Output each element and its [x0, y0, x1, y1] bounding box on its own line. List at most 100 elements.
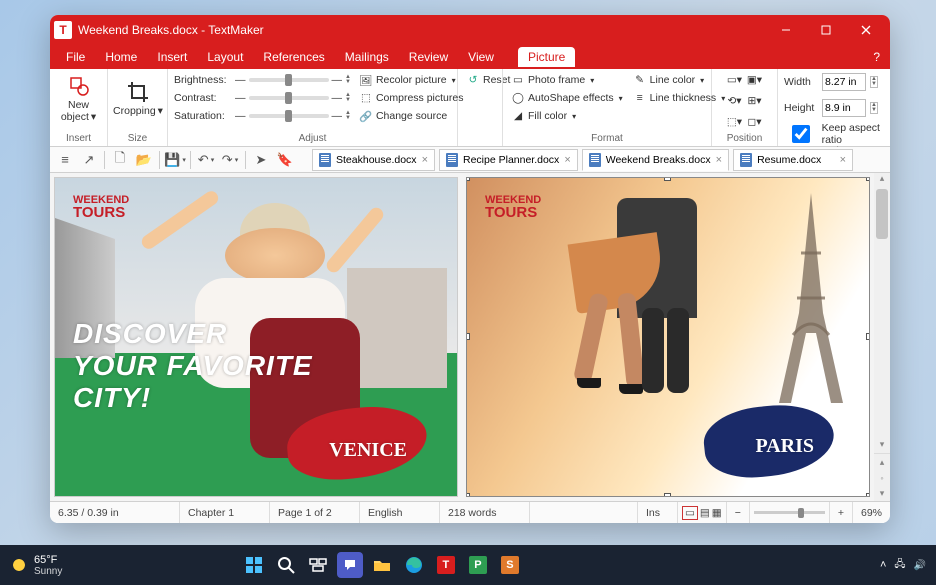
toggle-panel-button[interactable]: ≡: [54, 149, 76, 171]
menu-file[interactable]: File: [56, 47, 95, 67]
bookmark-button[interactable]: 🔖: [274, 149, 296, 171]
cursor-position[interactable]: 6.35 / 0.39 in: [50, 502, 180, 523]
open-button[interactable]: 📂: [133, 149, 155, 171]
start-button[interactable]: [241, 552, 267, 578]
close-button[interactable]: [846, 15, 886, 45]
zoom-in-button[interactable]: +: [830, 502, 853, 523]
view-outline-button[interactable]: ▦: [712, 507, 722, 519]
group-button[interactable]: ⬚▾: [726, 113, 744, 131]
photo-frame-button[interactable]: ▭Photo frame▾: [509, 71, 625, 89]
document-icon: [319, 153, 331, 167]
weather-widget[interactable]: 65°F Sunny: [10, 554, 62, 577]
page-left[interactable]: WEEKEND TOURS DISCOVER YOUR FAVORITE CIT…: [54, 177, 458, 497]
menu-insert[interactable]: Insert: [147, 47, 197, 67]
new-doc-button[interactable]: 🗋: [109, 149, 131, 171]
resize-handle[interactable]: [664, 493, 671, 497]
close-icon[interactable]: ×: [840, 154, 846, 166]
recolor-picture-button[interactable]: 🖼Recolor picture▾: [357, 71, 466, 89]
page-right[interactable]: WEEKEND TOURS PARIS: [466, 177, 870, 497]
close-icon[interactable]: ×: [422, 154, 428, 166]
document-workspace[interactable]: WEEKEND TOURS DISCOVER YOUR FAVORITE CIT…: [50, 173, 890, 501]
resize-handle[interactable]: [466, 177, 470, 181]
network-icon[interactable]: 🖧: [894, 557, 905, 574]
redo-button[interactable]: ↷▾: [219, 149, 241, 171]
menu-review[interactable]: Review: [399, 47, 458, 67]
resize-handle[interactable]: [866, 493, 870, 497]
send-back-button[interactable]: ◻▾: [746, 113, 764, 131]
brightness-slider[interactable]: Brightness:— —▲▼: [174, 71, 351, 88]
view-normal-button[interactable]: ▭: [682, 506, 698, 520]
rotate-button[interactable]: ⟲▾: [726, 92, 744, 110]
view-master-button[interactable]: ▤: [700, 507, 710, 519]
textmaker-button[interactable]: T: [433, 552, 459, 578]
object-mode-button[interactable]: ↗: [78, 149, 100, 171]
save-button[interactable]: 💾▾: [164, 149, 186, 171]
resize-handle[interactable]: [466, 333, 470, 340]
taskbar: 65°F Sunny T P S ˄ 🖧 🔊: [0, 545, 936, 585]
zoom-out-button[interactable]: −: [727, 502, 750, 523]
new-object-button[interactable]: New object▾: [56, 71, 101, 127]
change-source-button[interactable]: 🔗Change source: [357, 107, 466, 125]
wrap-text-button[interactable]: ▭▾: [726, 71, 744, 89]
volume-icon[interactable]: 🔊: [914, 560, 926, 571]
minimize-button[interactable]: [766, 15, 806, 45]
close-icon[interactable]: ×: [716, 154, 722, 166]
help-button[interactable]: ?: [863, 50, 890, 64]
fill-color-button[interactable]: ◢Fill color▾: [509, 107, 625, 125]
zoom-slider[interactable]: [754, 511, 825, 514]
word-count[interactable]: 218 words: [440, 502, 530, 523]
close-icon[interactable]: ×: [564, 154, 570, 166]
vertical-scrollbar[interactable]: ▴ ▾ ▴ ◦ ▾: [874, 173, 890, 501]
menu-layout[interactable]: Layout: [197, 47, 253, 67]
menu-picture[interactable]: Picture: [518, 47, 575, 67]
autoshape-effects-button[interactable]: ◯AutoShape effects▾: [509, 89, 625, 107]
task-view-button[interactable]: [305, 552, 331, 578]
explorer-button[interactable]: [369, 552, 395, 578]
tab-resume[interactable]: Resume.docx×: [733, 149, 853, 171]
tab-steakhouse[interactable]: Steakhouse.docx×: [312, 149, 435, 171]
nav-down-icon[interactable]: ▾: [880, 488, 885, 499]
chapter-indicator[interactable]: Chapter 1: [180, 502, 270, 523]
resize-handle[interactable]: [866, 333, 870, 340]
undo-button[interactable]: ↶▾: [195, 149, 217, 171]
edge-button[interactable]: [401, 552, 427, 578]
resize-handle[interactable]: [664, 177, 671, 181]
group-label-size: Size: [114, 132, 161, 146]
width-input[interactable]: [822, 73, 866, 91]
keep-aspect-checkbox[interactable]: [784, 125, 818, 143]
nav-up-icon[interactable]: ▴: [880, 457, 885, 468]
saturation-slider[interactable]: Saturation:— —▲▼: [174, 107, 351, 124]
presentations-button[interactable]: S: [497, 552, 523, 578]
contrast-slider[interactable]: Contrast:— —▲▼: [174, 89, 351, 106]
bring-front-button[interactable]: ▣▾: [746, 71, 764, 89]
tray-overflow-button[interactable]: ˄: [880, 559, 886, 571]
page-indicator[interactable]: Page 1 of 2: [270, 502, 360, 523]
menu-view[interactable]: View: [458, 47, 504, 67]
maximize-button[interactable]: [806, 15, 846, 45]
menu-references[interactable]: References: [253, 47, 334, 67]
pointer-button[interactable]: ➤: [250, 149, 272, 171]
zoom-level[interactable]: 69%: [853, 502, 890, 523]
height-input[interactable]: [822, 99, 866, 117]
menu-home[interactable]: Home: [95, 47, 147, 67]
nav-marker-icon[interactable]: ◦: [880, 473, 883, 483]
tab-weekend-breaks[interactable]: Weekend Breaks.docx×: [582, 149, 729, 171]
menu-mailings[interactable]: Mailings: [335, 47, 399, 67]
insert-mode[interactable]: Ins: [638, 502, 678, 523]
city-paris: PARIS: [755, 435, 814, 458]
ribbon: New object▾ Insert Cropping▾ Size Bright…: [50, 69, 890, 147]
group-label-position: Position: [718, 132, 771, 146]
group-label-adjust: Adjust: [174, 132, 451, 146]
resize-handle[interactable]: [866, 177, 870, 181]
compress-pictures-button[interactable]: ⬚Compress pictures: [357, 89, 466, 107]
cropping-button[interactable]: Cropping▾: [114, 71, 162, 127]
group-label-insert: Insert: [56, 132, 101, 146]
app-icon: T: [54, 21, 72, 39]
align-button[interactable]: ⊞▾: [746, 92, 764, 110]
planmaker-button[interactable]: P: [465, 552, 491, 578]
search-button[interactable]: [273, 552, 299, 578]
chat-button[interactable]: [337, 552, 363, 578]
language-indicator[interactable]: English: [360, 502, 440, 523]
resize-handle[interactable]: [466, 493, 470, 497]
tab-recipe-planner[interactable]: Recipe Planner.docx×: [439, 149, 578, 171]
